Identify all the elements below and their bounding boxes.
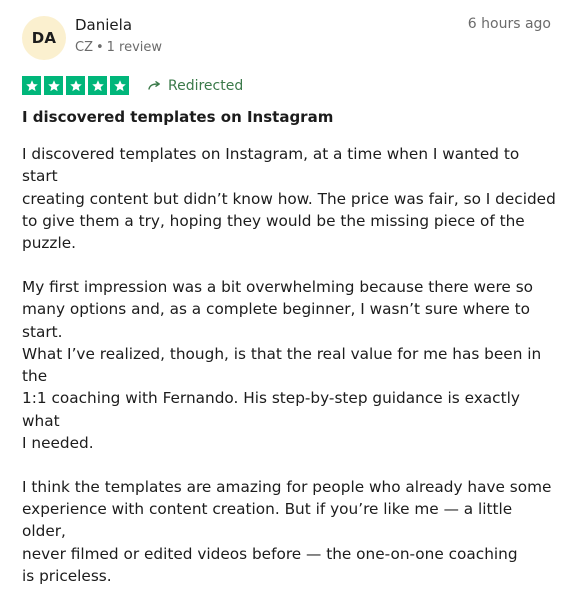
reviewer-review-count: 1 review [106, 40, 163, 55]
reviewer-name[interactable]: Daniela [75, 16, 132, 34]
reviewer-meta: CZ • 1 review [75, 40, 162, 55]
review-line: many options and, as a complete beginner… [22, 300, 530, 341]
star-icon [110, 76, 129, 95]
reviewer-country: CZ [75, 40, 93, 55]
review-line: to give them a try, hoping they would be… [22, 211, 525, 253]
review-card: DA Daniela CZ • 1 review 6 hours ago Redir… [0, 0, 571, 585]
review-timestamp: 6 hours ago [467, 16, 551, 32]
avatar[interactable]: DA [22, 16, 66, 60]
review-paragraph-1: I discovered templates on Instagram, at … [22, 143, 557, 254]
separator-dot: • [95, 40, 104, 55]
review-line: is priceless. [22, 567, 112, 586]
review-paragraph-3: I think the templates are amazing for pe… [22, 476, 557, 587]
star-icon [88, 76, 107, 95]
star-icon [44, 76, 63, 95]
review-paragraph-2: My first impression was a bit overwhelmi… [22, 276, 557, 454]
review-line: What I’ve realized, though, is that the … [22, 344, 542, 386]
review-line: never filmed or edited videos before — t… [22, 544, 518, 563]
redirect-arrow-icon [148, 80, 162, 91]
star-icon [66, 76, 85, 95]
redirected-badge: Redirected [148, 76, 243, 95]
star-rating [22, 76, 129, 95]
review-title[interactable]: I discovered templates on Instagram [22, 108, 333, 126]
review-line: My first impression was a bit overwhelmi… [22, 277, 534, 296]
review-line: 1:1 coaching with Fernando. His step-by-… [22, 389, 520, 430]
review-body: I discovered templates on Instagram, at … [22, 143, 557, 609]
review-line: I think the templates are amazing for pe… [22, 477, 552, 496]
star-icon [22, 76, 41, 95]
review-line: I needed. [22, 434, 94, 453]
review-line: I discovered templates on Instagram, at … [22, 145, 520, 186]
redirected-label: Redirected [168, 77, 244, 94]
review-line: creating content but didn’t know how. Th… [22, 189, 556, 208]
review-line: experience with content creation. But if… [22, 500, 513, 541]
avatar-initials: DA [31, 29, 57, 47]
